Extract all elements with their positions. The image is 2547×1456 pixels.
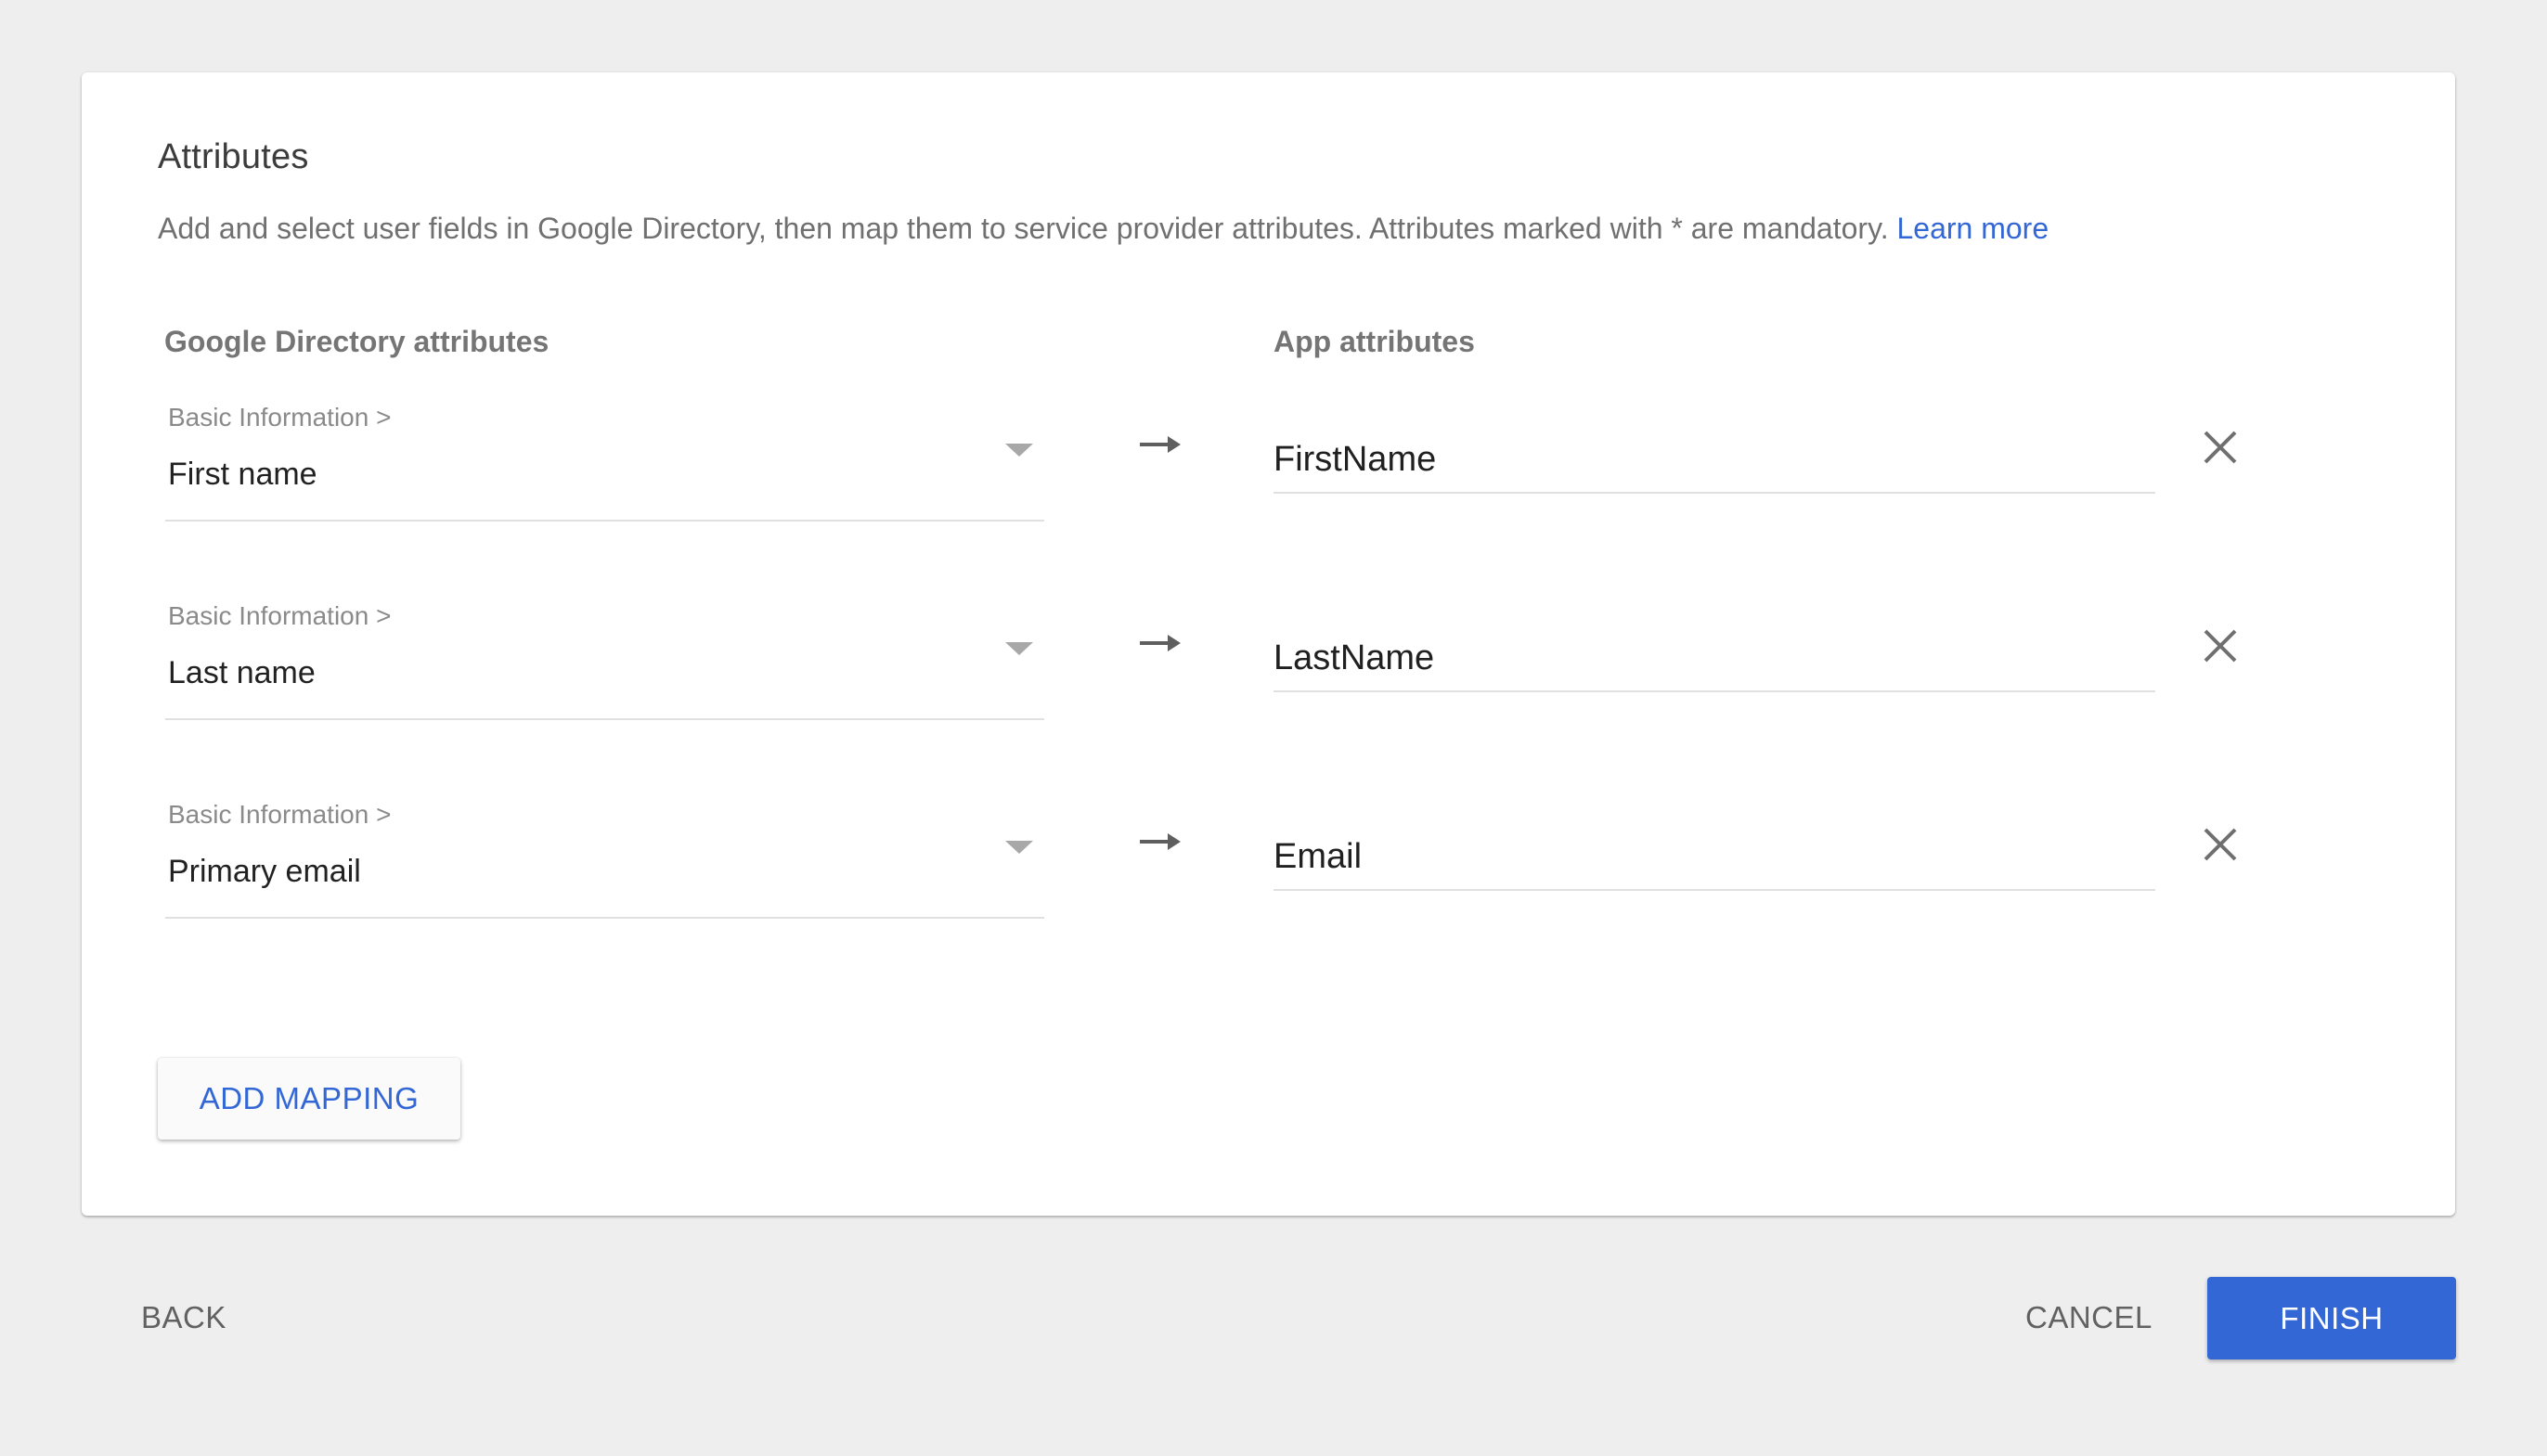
app-attribute-input[interactable] [1274,625,2155,692]
mapping-row: Basic Information > Last name [82,598,2455,783]
arrow-right-icon [1140,635,1181,651]
mapping-row: Basic Information > First name [82,399,2455,585]
mapping-row: Basic Information > Primary email [82,796,2455,982]
close-icon[interactable] [2198,624,2243,668]
dropdown-caret-icon[interactable] [1005,841,1033,854]
learn-more-link[interactable]: Learn more [1896,212,2049,245]
app-attribute-input[interactable] [1274,427,2155,494]
app-attributes-header: App attributes [1274,325,1475,358]
dropdown-caret-icon[interactable] [1005,444,1033,457]
add-mapping-button[interactable]: ADD MAPPING [158,1058,460,1140]
arrow-right-icon [1140,833,1181,850]
field-category-label: Basic Information > [168,601,392,630]
directory-field-select[interactable]: Basic Information > First name [165,399,1044,522]
description-text: Add and select user fields in Google Dir… [158,212,1889,245]
directory-field-select[interactable]: Basic Information > Primary email [165,796,1044,919]
close-icon[interactable] [2198,425,2243,470]
field-selected-value: Primary email [168,854,361,889]
section-description: Add and select user fields in Google Dir… [158,212,2049,246]
attributes-card: Attributes Add and select user fields in… [82,72,2455,1216]
field-selected-value: First name [168,457,317,492]
field-category-label: Basic Information > [168,403,392,432]
close-icon[interactable] [2198,822,2243,867]
back-button[interactable]: BACK [121,1281,247,1355]
field-category-label: Basic Information > [168,800,392,829]
dropdown-caret-icon[interactable] [1005,642,1033,655]
arrow-right-icon [1140,436,1181,453]
directory-attributes-header: Google Directory attributes [164,325,549,358]
finish-button[interactable]: FINISH [2207,1277,2456,1359]
field-selected-value: Last name [168,655,316,690]
cancel-button[interactable]: CANCEL [2005,1281,2173,1355]
app-attribute-input[interactable] [1274,824,2155,891]
section-title: Attributes [158,137,309,176]
directory-field-select[interactable]: Basic Information > Last name [165,598,1044,720]
